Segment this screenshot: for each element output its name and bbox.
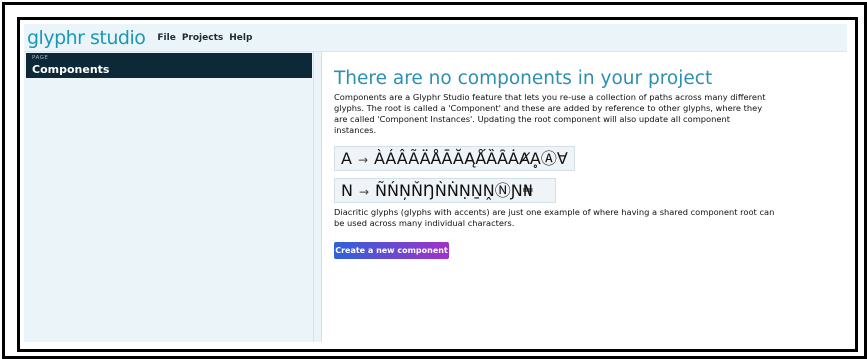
menu-file[interactable]: File xyxy=(157,33,175,43)
arrow-icon: → xyxy=(358,185,370,199)
main-content: There are no components in your project … xyxy=(322,52,847,342)
main-menu: File Projects Help xyxy=(157,33,258,43)
inner-frame: glyphr studio File Projects Help PAGE Co… xyxy=(17,17,858,352)
outer-frame: glyphr studio File Projects Help PAGE Co… xyxy=(2,2,867,359)
create-component-button[interactable]: Create a new component xyxy=(334,242,449,259)
component-example-a: A → ÀÁÂÃÄÅĀĂĄǺȀȂȦȺḀⒶ∀ xyxy=(334,146,575,171)
component-example-n: N → ÑŃŅŇŊǸṄṆṈṊⓃƝ₦ xyxy=(334,178,556,203)
example-variant-glyphs: ÑŃŅŇŊǸṄṆṈṊⓃƝ₦ xyxy=(375,181,533,200)
app-window: glyphr studio File Projects Help PAGE Co… xyxy=(24,24,847,342)
arrow-icon: → xyxy=(357,153,369,167)
example-root-glyph: A xyxy=(341,149,352,168)
menu-projects[interactable]: Projects xyxy=(182,33,223,43)
page-selector[interactable]: PAGE Components xyxy=(26,53,312,78)
app-logo[interactable]: glyphr studio xyxy=(27,27,146,49)
menu-help[interactable]: Help xyxy=(229,33,252,43)
example-variant-glyphs: ÀÁÂÃÄÅĀĂĄǺȀȂȦȺḀⒶ∀ xyxy=(374,149,568,168)
top-bar: glyphr studio File Projects Help xyxy=(24,24,847,52)
page-eyebrow-label: PAGE xyxy=(32,55,49,61)
components-intro-text: Components are a Glyphr Studio feature t… xyxy=(334,92,766,135)
page-title: Components xyxy=(32,63,110,76)
empty-state-heading: There are no components in your project xyxy=(334,68,713,89)
left-sidebar: PAGE Components xyxy=(24,52,314,342)
example-root-glyph: N xyxy=(341,181,353,200)
diacritic-note-text: Diacritic glyphs (glyphs with accents) a… xyxy=(334,207,775,228)
